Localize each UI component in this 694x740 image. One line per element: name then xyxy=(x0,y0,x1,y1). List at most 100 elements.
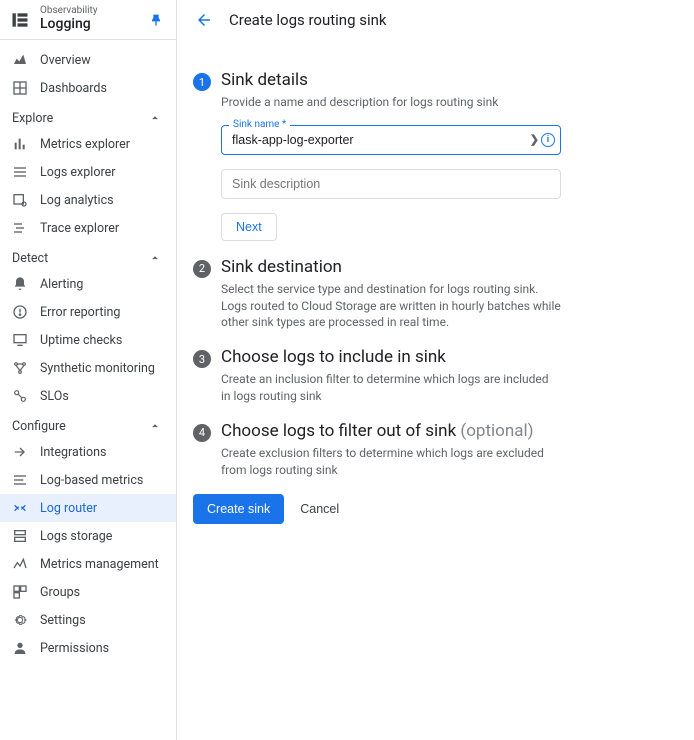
step-title: Sink details xyxy=(221,70,678,90)
sidebar-item-slos[interactable]: SLOs xyxy=(0,382,176,410)
sidebar-item-metrics-explorer[interactable]: Metrics explorer xyxy=(0,130,176,158)
router-icon xyxy=(12,500,28,516)
sidebar-item-groups[interactable]: Groups xyxy=(0,578,176,606)
dashboards-icon xyxy=(12,80,28,96)
logging-product-icon xyxy=(10,10,30,30)
sidebar-item-uptime-checks[interactable]: Uptime checks xyxy=(0,326,176,354)
info-icon[interactable]: i xyxy=(541,133,555,147)
next-button[interactable]: Next xyxy=(221,213,277,241)
sidebar-section-detect[interactable]: Detect xyxy=(0,242,176,270)
create-sink-button[interactable]: Create sink xyxy=(193,494,284,524)
sidebar-item-dashboards[interactable]: Dashboards xyxy=(0,74,176,102)
sidebar-item-label: Alerting xyxy=(40,277,83,292)
section-title: Explore xyxy=(12,111,53,126)
sidebar: Observability Logging Overview Dashboard… xyxy=(0,0,177,740)
step-description: Select the service type and destination … xyxy=(221,281,561,331)
groups-icon xyxy=(12,584,28,600)
sidebar-header: Observability Logging xyxy=(0,0,176,40)
sidebar-item-label: Synthetic monitoring xyxy=(40,361,155,376)
sidebar-item-label: Log router xyxy=(40,501,97,516)
field-icons: ❯ i xyxy=(530,133,555,147)
sink-description-field xyxy=(221,169,561,199)
product-title: Logging xyxy=(40,16,148,33)
error-icon xyxy=(12,304,28,320)
analytics-icon xyxy=(12,192,28,208)
sidebar-item-logs-explorer[interactable]: Logs explorer xyxy=(0,158,176,186)
cancel-button[interactable]: Cancel xyxy=(300,502,339,516)
sink-name-label: Sink name * xyxy=(229,119,290,130)
metrics-icon xyxy=(12,472,28,488)
step-description: Create exclusion filters to determine wh… xyxy=(221,445,561,479)
page-title: Create logs routing sink xyxy=(229,11,387,29)
action-row: Create sink Cancel xyxy=(193,494,678,524)
sidebar-item-alerting[interactable]: Alerting xyxy=(0,270,176,298)
sidebar-item-integrations[interactable]: Integrations xyxy=(0,438,176,466)
step-sink-destination: 2 Sink destination Select the service ty… xyxy=(193,257,678,331)
sink-description-input[interactable] xyxy=(221,169,561,199)
sidebar-item-label: Logs explorer xyxy=(40,165,115,180)
sidebar-item-logs-storage[interactable]: Logs storage xyxy=(0,522,176,550)
form-content: 1 Sink details Provide a name and descri… xyxy=(177,40,694,540)
network-icon xyxy=(12,360,28,376)
sidebar-section-explore[interactable]: Explore xyxy=(0,102,176,130)
step-number: 1 xyxy=(193,73,211,91)
sidebar-item-trace-explorer[interactable]: Trace explorer xyxy=(0,214,176,242)
list-icon xyxy=(12,164,28,180)
gear-icon xyxy=(12,612,28,628)
sidebar-item-label: Permissions xyxy=(40,641,109,656)
sidebar-item-label: Error reporting xyxy=(40,305,120,320)
sidebar-item-label: Uptime checks xyxy=(40,333,122,348)
product-text: Observability Logging xyxy=(40,6,148,33)
step-number: 3 xyxy=(193,350,211,368)
sidebar-item-log-based-metrics[interactable]: Log-based metrics xyxy=(0,466,176,494)
sidebar-item-synthetic-monitoring[interactable]: Synthetic monitoring xyxy=(0,354,176,382)
sidebar-item-permissions[interactable]: Permissions xyxy=(0,634,176,662)
sidebar-item-label: Dashboards xyxy=(40,81,107,96)
chevron-right-icon: ❯ xyxy=(530,133,539,146)
chevron-up-icon xyxy=(148,251,162,265)
sidebar-item-label: Logs storage xyxy=(40,529,112,544)
sidebar-item-label: Log-based metrics xyxy=(40,473,143,488)
step-filter-out-logs: 4 Choose logs to filter out of sink (opt… xyxy=(193,421,678,479)
overview-icon xyxy=(12,52,28,68)
sidebar-item-error-reporting[interactable]: Error reporting xyxy=(0,298,176,326)
sidebar-item-label: Settings xyxy=(40,613,86,628)
step-include-logs: 3 Choose logs to include in sink Create … xyxy=(193,347,678,405)
step-title: Choose logs to include in sink xyxy=(221,347,678,367)
main-header: Create logs routing sink xyxy=(177,0,694,40)
step-title: Sink destination xyxy=(221,257,678,277)
step-number: 4 xyxy=(193,424,211,442)
sidebar-item-label: Metrics explorer xyxy=(40,137,130,152)
metrics-mgmt-icon xyxy=(12,556,28,572)
trace-icon xyxy=(12,220,28,236)
monitor-icon xyxy=(12,332,28,348)
chevron-up-icon xyxy=(148,111,162,125)
sidebar-item-label: Integrations xyxy=(40,445,106,460)
sidebar-item-label: Groups xyxy=(40,585,80,600)
integrations-icon xyxy=(12,444,28,460)
sidebar-item-settings[interactable]: Settings xyxy=(0,606,176,634)
sidebar-item-label: Metrics management xyxy=(40,557,159,572)
sidebar-item-label: Overview xyxy=(40,53,91,68)
back-arrow-icon[interactable] xyxy=(195,11,213,29)
bell-icon xyxy=(12,276,28,292)
sidebar-item-log-analytics[interactable]: Log analytics xyxy=(0,186,176,214)
section-title: Configure xyxy=(12,419,66,434)
sidebar-nav: Overview Dashboards Explore Metrics expl… xyxy=(0,40,176,662)
sidebar-item-label: Trace explorer xyxy=(40,221,119,236)
chevron-up-icon xyxy=(148,419,162,433)
sidebar-item-log-router[interactable]: Log router xyxy=(0,494,176,522)
section-title: Detect xyxy=(12,251,48,266)
slo-icon xyxy=(12,388,28,404)
sidebar-item-label: Log analytics xyxy=(40,193,114,208)
step-description: Provide a name and description for logs … xyxy=(221,94,561,111)
step-sink-details: 1 Sink details Provide a name and descri… xyxy=(193,70,678,241)
product-supertitle: Observability xyxy=(40,6,148,16)
sidebar-section-configure[interactable]: Configure xyxy=(0,410,176,438)
sidebar-item-metrics-management[interactable]: Metrics management xyxy=(0,550,176,578)
sidebar-item-overview[interactable]: Overview xyxy=(0,46,176,74)
step-number: 2 xyxy=(193,260,211,278)
step-title: Choose logs to filter out of sink (optio… xyxy=(221,421,678,441)
pin-icon[interactable] xyxy=(148,12,164,28)
step-description: Create an inclusion filter to determine … xyxy=(221,371,561,405)
